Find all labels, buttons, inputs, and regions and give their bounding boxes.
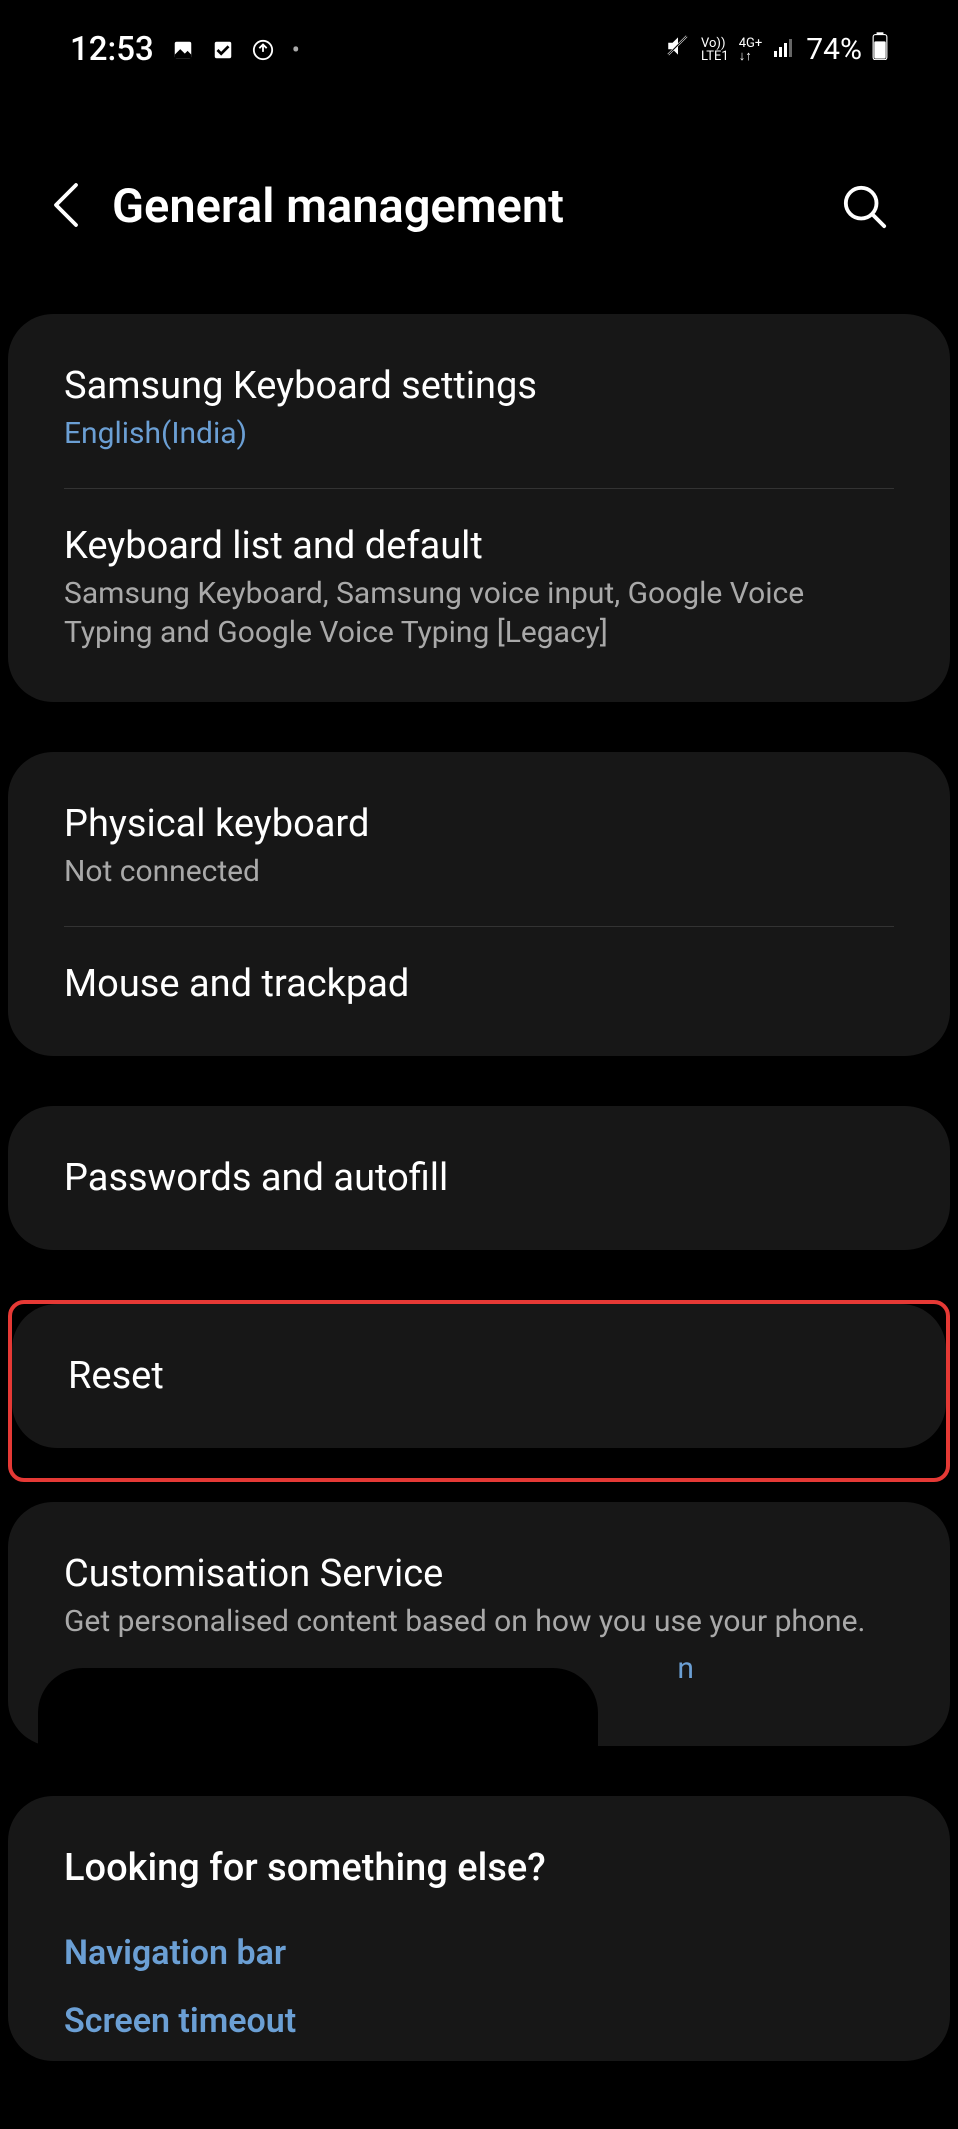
back-button[interactable] bbox=[50, 180, 82, 234]
card-keyboard: Samsung Keyboard settings English(India)… bbox=[8, 314, 950, 702]
item-title: Reset bbox=[68, 1354, 890, 1398]
link-screen-timeout[interactable]: Screen timeout bbox=[8, 1993, 950, 2061]
item-title: Mouse and trackpad bbox=[64, 962, 894, 1006]
mute-icon bbox=[665, 32, 691, 67]
item-title: Passwords and autofill bbox=[64, 1156, 894, 1200]
item-samsung-keyboard-settings[interactable]: Samsung Keyboard settings English(India) bbox=[8, 314, 950, 488]
volte-icon: Vo))LTE1 bbox=[701, 37, 729, 63]
item-subtitle: Not connected bbox=[64, 852, 894, 891]
check-box-icon bbox=[212, 39, 234, 61]
item-title: Customisation Service bbox=[64, 1552, 894, 1596]
item-passwords-autofill[interactable]: Passwords and autofill bbox=[8, 1106, 950, 1250]
gallery-icon bbox=[172, 39, 194, 61]
signal-icon bbox=[772, 32, 796, 67]
card-customisation: Customisation Service Get personalised c… bbox=[8, 1502, 950, 1746]
page-title: General management bbox=[112, 179, 812, 234]
item-keyboard-list-default[interactable]: Keyboard list and default Samsung Keyboa… bbox=[8, 489, 950, 702]
search-button[interactable] bbox=[842, 184, 888, 230]
status-time: 12:53 bbox=[70, 30, 154, 69]
item-subtitle: Samsung Keyboard, Samsung voice input, G… bbox=[64, 574, 894, 652]
card-input-devices: Physical keyboard Not connected Mouse an… bbox=[8, 752, 950, 1056]
item-title: Samsung Keyboard settings bbox=[64, 364, 894, 408]
item-subtitle: English(India) bbox=[64, 414, 894, 453]
item-mouse-trackpad[interactable]: Mouse and trackpad bbox=[8, 927, 950, 1056]
battery-icon bbox=[872, 32, 888, 68]
more-notifications-icon: • bbox=[292, 36, 300, 64]
looking-for-title: Looking for something else? bbox=[8, 1796, 950, 1925]
item-subtitle: Get personalised content based on how yo… bbox=[64, 1602, 894, 1641]
item-reset[interactable]: Reset bbox=[12, 1304, 946, 1448]
status-bar: 12:53 • Vo))LTE1 4G+↓↑ 74% bbox=[0, 0, 958, 89]
item-title: Keyboard list and default bbox=[64, 524, 894, 568]
item-title: Physical keyboard bbox=[64, 802, 894, 846]
app-update-icon bbox=[252, 39, 274, 61]
card-passwords: Passwords and autofill bbox=[8, 1106, 950, 1250]
card-reset: Reset bbox=[12, 1304, 946, 1448]
network-type-icon: 4G+↓↑ bbox=[739, 37, 763, 63]
item-physical-keyboard[interactable]: Physical keyboard Not connected bbox=[8, 752, 950, 926]
status-left: 12:53 • bbox=[70, 30, 300, 69]
chevron-left-icon bbox=[50, 180, 82, 230]
highlight-reset: Reset bbox=[8, 1300, 950, 1482]
page-header: General management bbox=[0, 89, 958, 314]
overlay-popup bbox=[38, 1668, 598, 1748]
card-looking-for: Looking for something else? Navigation b… bbox=[8, 1796, 950, 2061]
link-navigation-bar[interactable]: Navigation bar bbox=[8, 1925, 950, 1993]
search-icon bbox=[842, 184, 888, 230]
status-right: Vo))LTE1 4G+↓↑ 74% bbox=[665, 32, 888, 68]
battery-percentage: 74% bbox=[806, 32, 862, 67]
